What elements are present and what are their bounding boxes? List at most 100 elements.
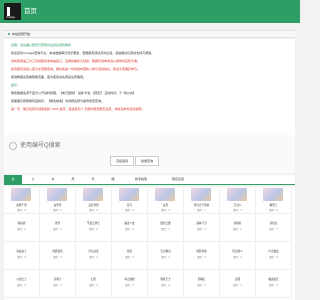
card-cost: 费用：3 — [233, 209, 242, 212]
card-item[interactable]: 刀剑人费用：3 — [220, 187, 256, 214]
search-area: 高级选项 批量查询 — [4, 135, 295, 173]
card-cost: 费用：5 — [233, 228, 242, 231]
card-cost: 费用：4 — [89, 256, 98, 259]
card-name: 灵音雪原 — [88, 204, 99, 207]
card-item[interactable]: 沙漠之王费用：5 — [4, 271, 40, 298]
card-item[interactable]: 银色之翼 费用：4 — [148, 215, 184, 242]
top-bar: melage 首页 — [0, 0, 300, 23]
card-name: 冰晶女王 — [16, 250, 27, 253]
card-item[interactable]: 暗影刺客费用：5 — [184, 243, 220, 270]
card-item[interactable]: 冰晶女王费用：6 — [4, 243, 40, 270]
app-logo[interactable]: melage — [4, 3, 21, 20]
card-item[interactable]: 在原千里 费用：6 — [4, 187, 40, 214]
card-name: 苍穹之守望者 — [193, 204, 210, 207]
notice-panel: 说明：请先确认账号已登录并设置好游戏角色 欢迎来到melage查询平台，本站数据每… — [4, 39, 295, 147]
card-name: 在原千里 — [16, 204, 27, 207]
card-item[interactable]: 雷霆使者费用：5 — [40, 243, 76, 270]
card-cost: 费用：6 — [17, 256, 26, 259]
card-item[interactable]: 黑曜石 费用：5 — [184, 271, 220, 298]
card-item[interactable]: 龙骑士费用：7 — [40, 271, 76, 298]
tab-item[interactable]: 火 — [24, 175, 42, 184]
card-item[interactable]: 月之巫女费用：4 — [76, 243, 112, 270]
card-name: 暗影刺客 — [196, 250, 207, 253]
search-input[interactable] — [18, 140, 172, 152]
card-item[interactable]: 白华天 费用：5 — [40, 187, 76, 214]
card-item[interactable]: 钢铁卫士 费用：6 — [148, 271, 184, 298]
card-cost: 费用：5 — [197, 256, 206, 259]
batch-query-button[interactable]: 批量查询 — [135, 156, 159, 166]
card-item[interactable]: 灵音雪原费用：6 — [76, 187, 112, 214]
tab-item[interactable]: 水 — [44, 175, 62, 184]
card-cost: 费用：3 — [233, 284, 242, 287]
card-name: 花鸟 — [126, 204, 133, 207]
card-cost: 费用：5 — [53, 256, 62, 259]
card-item[interactable]: 苍穹之守望者 费用：7 — [184, 187, 220, 214]
card-name: 森林守卫 — [196, 222, 207, 225]
tab-bar: 全火水风光暗新手指南 限定反馈 — [4, 175, 295, 185]
card-item[interactable]: 狮鹫王 费用：6 — [256, 187, 292, 214]
card-name: 光之精灵 — [160, 250, 171, 253]
card-name: 圣夜之骑士 — [87, 222, 100, 225]
card-name: 星辰 — [126, 250, 133, 253]
card-cost: 费用：5 — [17, 284, 26, 287]
tab-item[interactable]: 光 — [84, 175, 102, 184]
tab-item[interactable]: 新手指南 — [124, 175, 158, 184]
card-item[interactable]: 森林守卫 费用：3 — [184, 215, 220, 242]
card-cost: 费用：4 — [233, 256, 242, 259]
card-item[interactable]: 双月 费用：5 — [148, 187, 184, 214]
card-name: 海之歌姬 — [124, 278, 135, 281]
card-item[interactable]: 苍雪 费用：4 — [40, 215, 76, 242]
notice-line: 请勿使用第三方工具批量请求本站接口，违者将被永久封禁，数据仅供参考请以游戏内实际… — [11, 59, 141, 63]
advanced-options-button[interactable]: 高级选项 — [110, 156, 134, 166]
card-item[interactable]: 光之精灵费用：3 — [148, 243, 184, 270]
card-item[interactable]: 赤焰龙 费用：7 — [256, 215, 292, 242]
card-name: 黑曜石 — [197, 278, 206, 281]
card-name: 灵狐 — [234, 278, 241, 281]
card-portrait — [119, 188, 139, 201]
card-cost: 费用：5 — [125, 256, 134, 259]
card-name: 风之旅人 — [232, 250, 243, 253]
card-item[interactable]: 剑舞者 费用：5 — [220, 215, 256, 242]
card-item[interactable]: 炎之魔女 费用：6 — [256, 243, 292, 270]
card-name: 龙骑士 — [53, 278, 62, 281]
tab-item[interactable]: 风 — [64, 175, 82, 184]
tab-item[interactable]: 限定反馈 — [160, 175, 196, 184]
notice-line: 第一天：每日签到可领取奖励 1000 金币，连续签到 7 天额外赠送限定道具，详… — [11, 107, 145, 111]
card-cost: 费用：6 — [269, 256, 278, 259]
notice-line: 提示： — [11, 83, 21, 87]
card-name: 沙漠之王 — [16, 278, 27, 281]
card-name: 魔法少女 — [124, 222, 135, 225]
page-title[interactable]: 首页 — [24, 5, 37, 15]
card-item[interactable]: 风之旅人费用：4 — [220, 243, 256, 270]
card-name: 幻影 — [90, 278, 97, 281]
notice-line: 结果展示按照稀有度排序，【角色档案】支持按名称与编号搜索查询。 — [11, 99, 105, 103]
card-name: 幽灵船长 — [268, 278, 279, 281]
logo-mark — [7, 7, 10, 16]
card-cost: 费用：6 — [269, 284, 278, 287]
card-item[interactable]: 骑兵团 费用：5 — [4, 215, 40, 242]
card-name: 月之巫女 — [88, 250, 99, 253]
card-name: 刀剑人 — [233, 204, 242, 207]
card-cost: 费用：4 — [53, 228, 62, 231]
card-cost: 费用：6 — [89, 209, 98, 212]
card-item[interactable]: 圣夜之骑士 费用：6 — [76, 215, 112, 242]
card-cost: 费用：3 — [161, 256, 170, 259]
card-cost: 费用：7 — [53, 284, 62, 287]
card-item[interactable]: 海之歌姬 费用：5 — [112, 271, 148, 298]
card-item[interactable]: 灵狐费用：3 — [220, 271, 256, 298]
card-cost: 费用：6 — [161, 284, 170, 287]
card-item[interactable]: 魔法少女 费用：5 — [112, 215, 148, 242]
notice-line: 说明：请先确认账号已登录并设置好游戏角色 — [11, 43, 72, 47]
banner-text: 本站权限开放 — [12, 32, 31, 36]
search-icon — [9, 142, 17, 150]
banner: 本站权限开放 — [4, 30, 295, 38]
card-grid: 在原千里 费用：6 白华天 费用：5 灵音雪原 费用：6 花鸟 费用：4 双月 费用：5 苍穹之守望… — [4, 187, 295, 300]
card-item[interactable]: 幽灵船长费用：6 — [256, 271, 292, 298]
tab-item[interactable]: 暗 — [104, 175, 122, 184]
tab-item[interactable]: 全 — [4, 175, 22, 184]
card-item[interactable]: 花鸟 费用：4 — [112, 187, 148, 214]
card-portrait — [11, 188, 31, 201]
card-item[interactable]: 星辰费用：5 — [112, 243, 148, 270]
card-item[interactable]: 幻影 费用：4 — [76, 271, 112, 298]
card-name: 雷霆使者 — [52, 250, 63, 253]
